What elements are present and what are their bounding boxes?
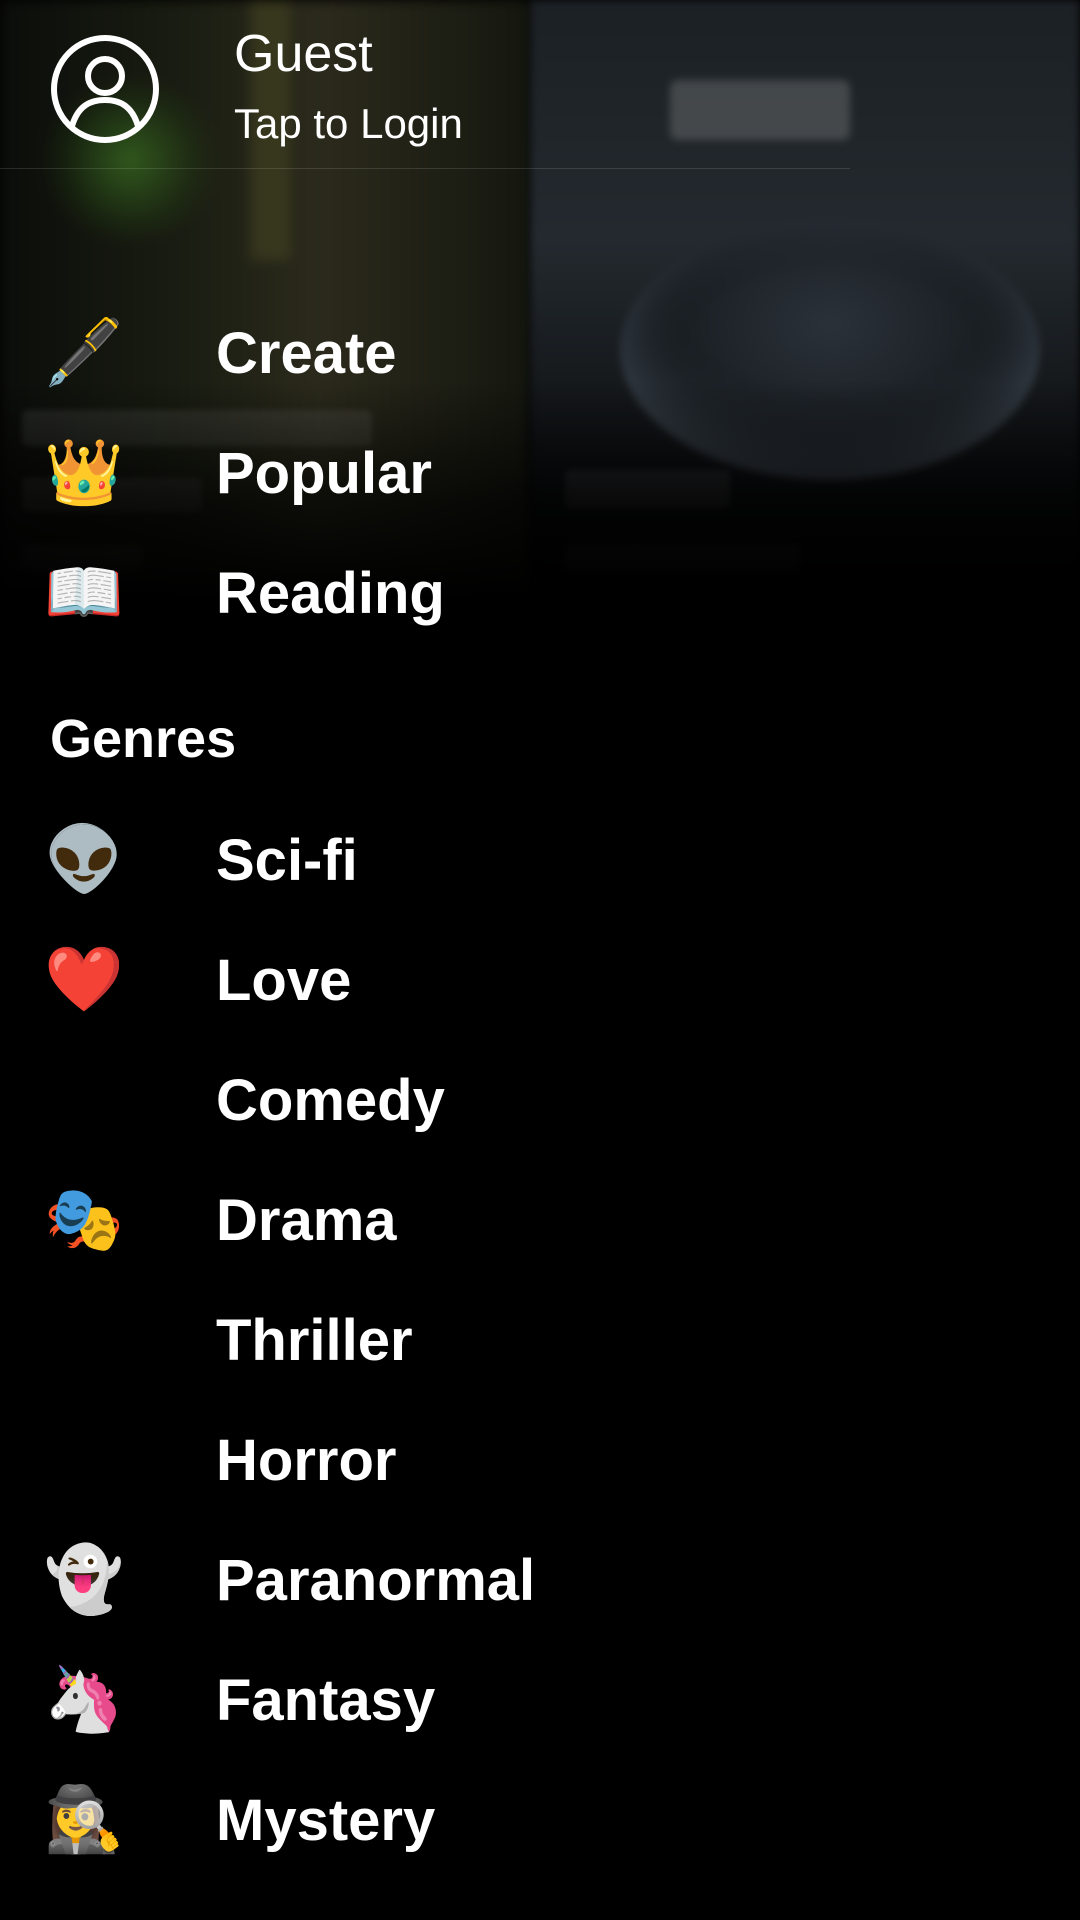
account-header[interactable]: Guest Tap to Login xyxy=(0,0,850,169)
alien-icon: 👽 xyxy=(44,823,124,897)
login-link[interactable]: Tap to Login xyxy=(234,100,463,148)
genre-item-sci-fi[interactable]: 👽 Sci-fi xyxy=(0,805,850,915)
genre-item-mystery[interactable]: 🕵️‍♀️ Mystery xyxy=(0,1765,850,1875)
hushed-face-icon: 😯 xyxy=(50,1303,118,1377)
menu-item-reading[interactable]: 📖 Reading xyxy=(0,538,850,648)
genre-item-label: Love xyxy=(216,947,352,1013)
navigation-drawer: Guest Tap to Login 🖋️ Create 👑 Popular 📖… xyxy=(0,0,1080,1920)
genre-item-horror[interactable]: 😱 Horror xyxy=(0,1405,850,1515)
menu-item-label: Create xyxy=(216,320,397,386)
menu-item-label: Popular xyxy=(216,440,432,506)
genre-item-label: Fantasy xyxy=(216,1667,436,1733)
app-screen: Guest Tap to Login 🖋️ Create 👑 Popular 📖… xyxy=(0,0,1080,1920)
menu-item-popular[interactable]: 👑 Popular xyxy=(0,418,850,528)
genre-item-label: Comedy xyxy=(216,1067,445,1133)
unicorn-icon: 🦄 xyxy=(44,1663,124,1737)
genre-item-thriller[interactable]: 😯 Thriller xyxy=(0,1285,850,1395)
theater-masks-icon: 🎭 xyxy=(44,1183,124,1257)
account-name: Guest xyxy=(234,25,373,83)
genre-item-label: Sci-fi xyxy=(216,827,358,893)
crown-icon: 👑 xyxy=(44,436,124,510)
detective-icon: 🕵️‍♀️ xyxy=(44,1783,124,1857)
genre-item-fantasy[interactable]: 🦄 Fantasy xyxy=(0,1645,850,1755)
fountain-pen-icon: 🖋️ xyxy=(44,316,124,390)
genre-item-comedy[interactable]: 😂 Comedy xyxy=(0,1045,850,1155)
tears-of-joy-icon: 😂 xyxy=(46,1063,122,1137)
genre-item-love[interactable]: ❤️ Love xyxy=(0,925,850,1035)
screaming-face-icon: 😱 xyxy=(50,1423,118,1497)
genre-item-drama[interactable]: 🎭 Drama xyxy=(0,1165,850,1275)
genre-item-paranormal[interactable]: 👻 Paranormal xyxy=(0,1525,850,1635)
menu-item-label: Reading xyxy=(216,560,445,626)
user-circle-icon[interactable] xyxy=(50,34,160,144)
red-heart-icon: ❤️ xyxy=(44,943,124,1017)
genre-item-label: Mystery xyxy=(216,1787,436,1853)
open-book-icon: 📖 xyxy=(44,556,124,630)
genre-item-label: Paranormal xyxy=(216,1547,536,1613)
genre-item-label: Thriller xyxy=(216,1307,413,1373)
genres-section-title: Genres xyxy=(50,709,237,769)
ghost-icon: 👻 xyxy=(44,1543,124,1617)
menu-item-create[interactable]: 🖋️ Create xyxy=(0,298,850,408)
genre-item-label: Drama xyxy=(216,1187,397,1253)
genre-item-label: Horror xyxy=(216,1427,397,1493)
